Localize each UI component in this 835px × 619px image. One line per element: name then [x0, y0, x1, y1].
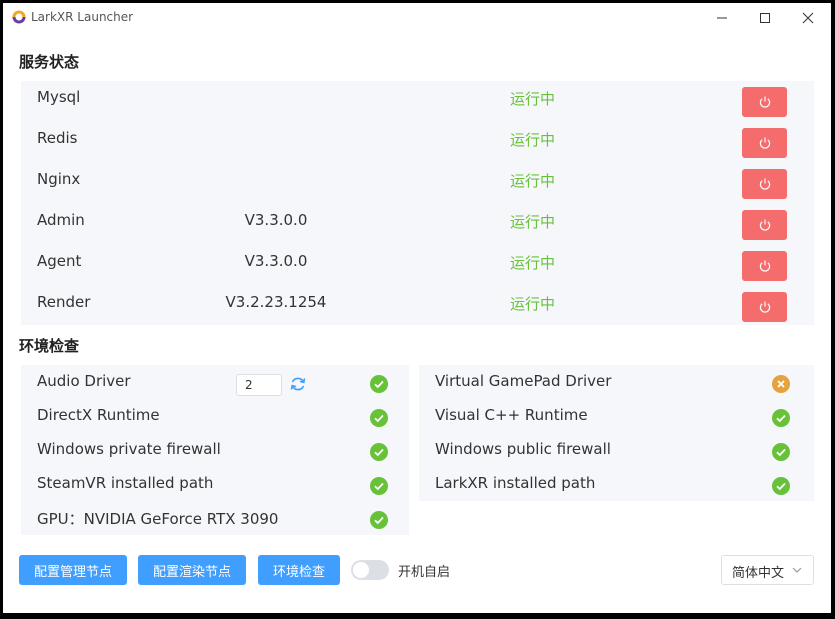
close-button[interactable]: [794, 6, 822, 30]
autostart-toggle[interactable]: [351, 560, 389, 580]
check-circle-icon: [370, 511, 388, 529]
service-version: V3.2.23.1254: [225, 293, 327, 311]
power-icon: [759, 178, 770, 190]
error-circle-icon: [772, 375, 790, 393]
service-row: Mysql 运行中: [21, 81, 814, 122]
env-item-label: Audio Driver: [37, 372, 131, 390]
service-status: 运行中: [510, 213, 556, 231]
title-bar: LarkXR Launcher: [3, 3, 831, 33]
minimize-icon: [717, 17, 727, 19]
service-row: Agent V3.3.0.0 运行中: [21, 245, 814, 286]
app-logo-icon: [12, 10, 26, 24]
power-icon: [759, 137, 770, 149]
env-item-label: SteamVR installed path: [37, 474, 214, 492]
env-item-public-firewall: Windows public firewall: [419, 433, 814, 467]
check-circle-icon: [772, 443, 790, 461]
chevron-down-icon: [792, 567, 802, 573]
env-check-right-panel: Virtual GamePad Driver Visual C++ Runtim…: [419, 365, 814, 501]
power-icon: [759, 260, 770, 272]
env-item-larkxr-path: LarkXR installed path: [419, 467, 814, 501]
env-item-vcpp-runtime: Visual C++ Runtime: [419, 399, 814, 433]
service-version: V3.3.0.0: [244, 211, 308, 229]
env-item-gamepad-driver: Virtual GamePad Driver: [419, 365, 814, 399]
check-circle-icon: [370, 443, 388, 461]
service-stop-button[interactable]: [742, 292, 787, 322]
refresh-icon[interactable]: [289, 375, 307, 393]
env-check-title: 环境检查: [19, 337, 80, 355]
service-name: Admin: [37, 211, 85, 229]
service-version: V3.3.0.0: [244, 252, 308, 270]
maximize-button[interactable]: [751, 6, 779, 30]
env-item-label: LarkXR installed path: [435, 474, 596, 492]
service-stop-button[interactable]: [742, 128, 787, 158]
maximize-icon: [760, 13, 770, 23]
env-check-button[interactable]: 环境检查: [258, 555, 340, 585]
autostart-label: 开机自启: [398, 565, 451, 580]
env-item-audio-driver: Audio Driver: [21, 365, 409, 399]
power-icon: [759, 301, 770, 313]
env-item-label: Windows private firewall: [37, 440, 221, 458]
env-check-left-panel: Audio Driver DirectX Runtime Windows pri…: [21, 365, 409, 535]
service-stop-button[interactable]: [742, 169, 787, 199]
env-item-label: GPU：NVIDIA GeForce RTX 3090: [37, 510, 279, 528]
audio-device-index-input[interactable]: [236, 374, 282, 396]
service-status: 运行中: [510, 295, 556, 313]
service-status: 运行中: [510, 131, 556, 149]
language-select[interactable]: 简体中文: [721, 555, 814, 585]
power-icon: [759, 219, 770, 231]
service-status: 运行中: [510, 172, 556, 190]
config-render-node-button[interactable]: 配置渲染节点: [138, 555, 246, 585]
check-circle-icon: [370, 477, 388, 495]
check-circle-icon: [772, 477, 790, 495]
service-status-panel: Mysql 运行中 Redis 运行中 Nginx 运行中 Admin V3.3…: [21, 81, 814, 325]
config-admin-node-button[interactable]: 配置管理节点: [19, 555, 127, 585]
launcher-window: LarkXR Launcher 服务状态 Mysql 运行中 Redis 运行中: [3, 3, 831, 613]
close-icon: [802, 12, 814, 24]
service-row: Render V3.2.23.1254 运行中: [21, 286, 814, 327]
check-circle-icon: [370, 409, 388, 427]
service-row: Redis 运行中: [21, 122, 814, 163]
env-item-private-firewall: Windows private firewall: [21, 433, 409, 467]
env-item-label: Visual C++ Runtime: [435, 406, 588, 424]
language-selected-value: 简体中文: [732, 566, 785, 581]
power-icon: [759, 96, 770, 108]
env-item-directx: DirectX Runtime: [21, 399, 409, 433]
minimize-button[interactable]: [708, 6, 736, 30]
check-circle-icon: [772, 409, 790, 427]
service-stop-button[interactable]: [742, 251, 787, 281]
service-name: Redis: [37, 129, 78, 147]
service-row: Nginx 运行中: [21, 163, 814, 204]
window-title: LarkXR Launcher: [31, 10, 134, 24]
env-item-gpu: GPU：NVIDIA GeForce RTX 3090: [21, 501, 409, 535]
env-item-label: DirectX Runtime: [37, 406, 160, 424]
service-status: 运行中: [510, 254, 556, 272]
env-item-label: Virtual GamePad Driver: [435, 372, 612, 390]
service-name: Nginx: [37, 170, 81, 188]
env-item-label: Windows public firewall: [435, 440, 611, 458]
service-name: Render: [37, 293, 91, 311]
check-circle-icon: [370, 375, 388, 393]
service-status-title: 服务状态: [19, 53, 80, 71]
service-stop-button[interactable]: [742, 210, 787, 240]
service-name: Mysql: [37, 88, 81, 106]
toggle-knob: [353, 562, 369, 578]
env-item-steamvr-path: SteamVR installed path: [21, 467, 409, 501]
service-status: 运行中: [510, 90, 556, 108]
service-stop-button[interactable]: [742, 87, 787, 117]
service-row: Admin V3.3.0.0 运行中: [21, 204, 814, 245]
service-name: Agent: [37, 252, 82, 270]
